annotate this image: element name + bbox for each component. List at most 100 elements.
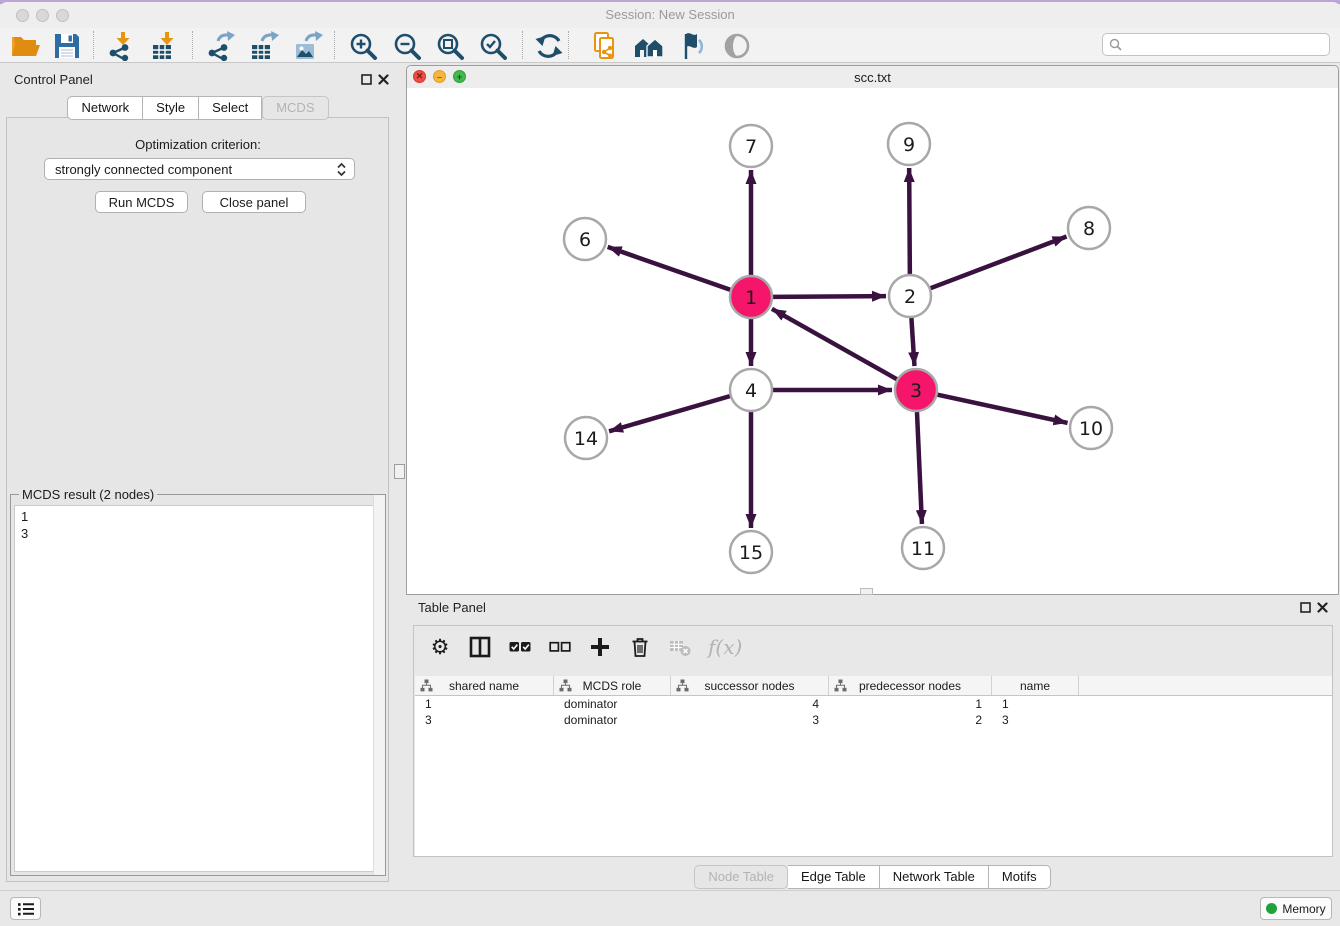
mcds-result-group: MCDS result (2 nodes) 13 bbox=[10, 494, 386, 876]
svg-text:2: 2 bbox=[904, 286, 916, 308]
tab-motifs[interactable]: Motifs bbox=[989, 865, 1051, 889]
status-bar bbox=[0, 890, 1340, 926]
graph-node-6[interactable]: 6 bbox=[564, 218, 606, 260]
table-row[interactable]: 3dominator323 bbox=[415, 712, 1332, 728]
graph-node-8[interactable]: 8 bbox=[1068, 207, 1110, 249]
graph-node-3[interactable]: 3 bbox=[895, 369, 937, 411]
column-header-MCDS-role[interactable]: MCDS role bbox=[554, 676, 671, 695]
graph-node-9[interactable]: 9 bbox=[888, 123, 930, 165]
clone-network-icon[interactable] bbox=[588, 30, 622, 62]
table-tabs: Node TableEdge TableNetwork TableMotifs bbox=[406, 865, 1339, 889]
graph-edge-2-9[interactable] bbox=[909, 168, 910, 274]
table-cell[interactable]: 3 bbox=[671, 713, 829, 727]
zoom-in-icon[interactable] bbox=[346, 30, 380, 62]
table-cell[interactable]: 1 bbox=[992, 697, 1079, 711]
graph-edge-2-8[interactable] bbox=[931, 237, 1067, 289]
panel-splitter-grip[interactable] bbox=[394, 464, 405, 479]
table-cell[interactable]: dominator bbox=[554, 697, 671, 711]
show-columns-icon[interactable] bbox=[468, 635, 492, 659]
open-session-icon[interactable] bbox=[8, 30, 42, 62]
tab-edge-table[interactable]: Edge Table bbox=[788, 865, 880, 889]
select-all-columns-icon[interactable] bbox=[508, 635, 532, 659]
import-network-icon[interactable] bbox=[104, 30, 138, 62]
graph-edge-4-14[interactable] bbox=[609, 396, 730, 431]
export-network-icon[interactable] bbox=[203, 30, 237, 62]
graph-node-10[interactable]: 10 bbox=[1070, 407, 1112, 449]
control-panel-title: Control Panel bbox=[14, 72, 93, 87]
graph-edge-3-10[interactable] bbox=[937, 395, 1067, 423]
graph-edge-3-11[interactable] bbox=[917, 412, 922, 524]
table-row[interactable]: 1dominator411 bbox=[415, 696, 1332, 712]
table-cell[interactable]: 1 bbox=[415, 697, 554, 711]
table-cell[interactable]: 4 bbox=[671, 697, 829, 711]
tab-select[interactable]: Select bbox=[199, 96, 262, 120]
graph-node-15[interactable]: 15 bbox=[730, 531, 772, 573]
function-builder-icon[interactable]: f(x) bbox=[708, 635, 742, 659]
graph-node-11[interactable]: 11 bbox=[902, 527, 944, 569]
table-panel-close-icon[interactable] bbox=[1316, 601, 1329, 614]
export-image-icon[interactable] bbox=[291, 30, 325, 62]
tab-style[interactable]: Style bbox=[143, 96, 199, 120]
delete-columns-icon[interactable] bbox=[628, 635, 652, 659]
table-settings-icon[interactable]: ⚙ bbox=[428, 635, 452, 659]
mcds-result-legend: MCDS result (2 nodes) bbox=[19, 487, 157, 502]
memory-button[interactable]: Memory bbox=[1260, 897, 1332, 920]
mcds-result-scrollbar[interactable] bbox=[373, 495, 385, 875]
search-input[interactable] bbox=[1124, 37, 1329, 53]
graph-node-7[interactable]: 7 bbox=[730, 125, 772, 167]
save-session-icon[interactable] bbox=[50, 30, 84, 62]
graph-node-14[interactable]: 14 bbox=[565, 417, 607, 459]
apply-layout-icon[interactable] bbox=[532, 30, 566, 62]
tab-network-table[interactable]: Network Table bbox=[880, 865, 989, 889]
column-header-shared-name[interactable]: shared name bbox=[415, 676, 554, 695]
tab-node-table[interactable]: Node Table bbox=[694, 865, 788, 889]
table-header-row: shared nameMCDS rolesuccessor nodesprede… bbox=[415, 676, 1332, 696]
zoom-fit-icon[interactable] bbox=[433, 30, 467, 62]
search-field[interactable] bbox=[1102, 33, 1330, 56]
run-mcds-button[interactable]: Run MCDS bbox=[95, 191, 188, 213]
graph-edge-1-2[interactable] bbox=[773, 296, 886, 297]
optimization-criterion-select[interactable]: strongly connected component bbox=[44, 158, 355, 180]
table-cell[interactable]: 3 bbox=[992, 713, 1079, 727]
column-header-successor-nodes[interactable]: successor nodes bbox=[671, 676, 829, 695]
table-panel-float-icon[interactable] bbox=[1299, 601, 1312, 614]
graph-edge-1-6[interactable] bbox=[608, 247, 731, 290]
graph-node-2[interactable]: 2 bbox=[889, 275, 931, 317]
birds-eye-view-icon[interactable] bbox=[720, 30, 754, 62]
node-table[interactable]: shared nameMCDS rolesuccessor nodesprede… bbox=[415, 676, 1332, 856]
table-cell[interactable]: 1 bbox=[829, 697, 992, 711]
horizontal-splitter-grip[interactable] bbox=[860, 588, 873, 595]
close-panel-button[interactable]: Close panel bbox=[202, 191, 306, 213]
tab-mcds[interactable]: MCDS bbox=[262, 96, 328, 120]
column-header-predecessor-nodes[interactable]: predecessor nodes bbox=[829, 676, 992, 695]
table-cell[interactable]: 2 bbox=[829, 713, 992, 727]
table-cell[interactable]: 3 bbox=[415, 713, 554, 727]
zoom-out-icon[interactable] bbox=[390, 30, 424, 62]
mcds-result-text[interactable]: 13 bbox=[14, 505, 382, 872]
network-canvas[interactable]: 7 9 6 8 1 2 4 3 14 10 15 11 bbox=[407, 88, 1338, 594]
tab-network[interactable]: Network bbox=[67, 96, 143, 120]
graph-node-4[interactable]: 4 bbox=[730, 369, 772, 411]
graphics-details-icon[interactable] bbox=[676, 30, 710, 62]
svg-text:1: 1 bbox=[745, 287, 757, 309]
network-view-titlebar[interactable]: ✕ – + scc.txt bbox=[407, 66, 1338, 89]
svg-text:7: 7 bbox=[745, 136, 757, 158]
table-cell[interactable]: dominator bbox=[554, 713, 671, 727]
zoom-selected-icon[interactable] bbox=[476, 30, 510, 62]
delete-table-icon[interactable] bbox=[668, 635, 692, 659]
create-column-icon[interactable] bbox=[588, 635, 612, 659]
graph-edge-3-1[interactable] bbox=[772, 309, 897, 379]
control-panel-float-icon[interactable] bbox=[360, 73, 373, 86]
column-header-name[interactable]: name bbox=[992, 676, 1079, 695]
graph-node-1[interactable]: 1 bbox=[730, 276, 772, 318]
table-panel-body: ⚙ f(x) shared nameMCDS rolesuccessor nod bbox=[413, 625, 1333, 857]
show-task-history-button[interactable] bbox=[10, 897, 41, 920]
export-table-icon[interactable] bbox=[247, 30, 281, 62]
control-panel-close-icon[interactable] bbox=[377, 73, 390, 86]
import-table-icon[interactable] bbox=[148, 30, 182, 62]
optimization-criterion-label: Optimization criterion: bbox=[0, 137, 396, 152]
graph-edge-2-3[interactable] bbox=[911, 318, 914, 366]
first-neighbors-icon[interactable] bbox=[632, 30, 666, 62]
unselect-all-columns-icon[interactable] bbox=[548, 635, 572, 659]
svg-text:14: 14 bbox=[574, 428, 598, 450]
